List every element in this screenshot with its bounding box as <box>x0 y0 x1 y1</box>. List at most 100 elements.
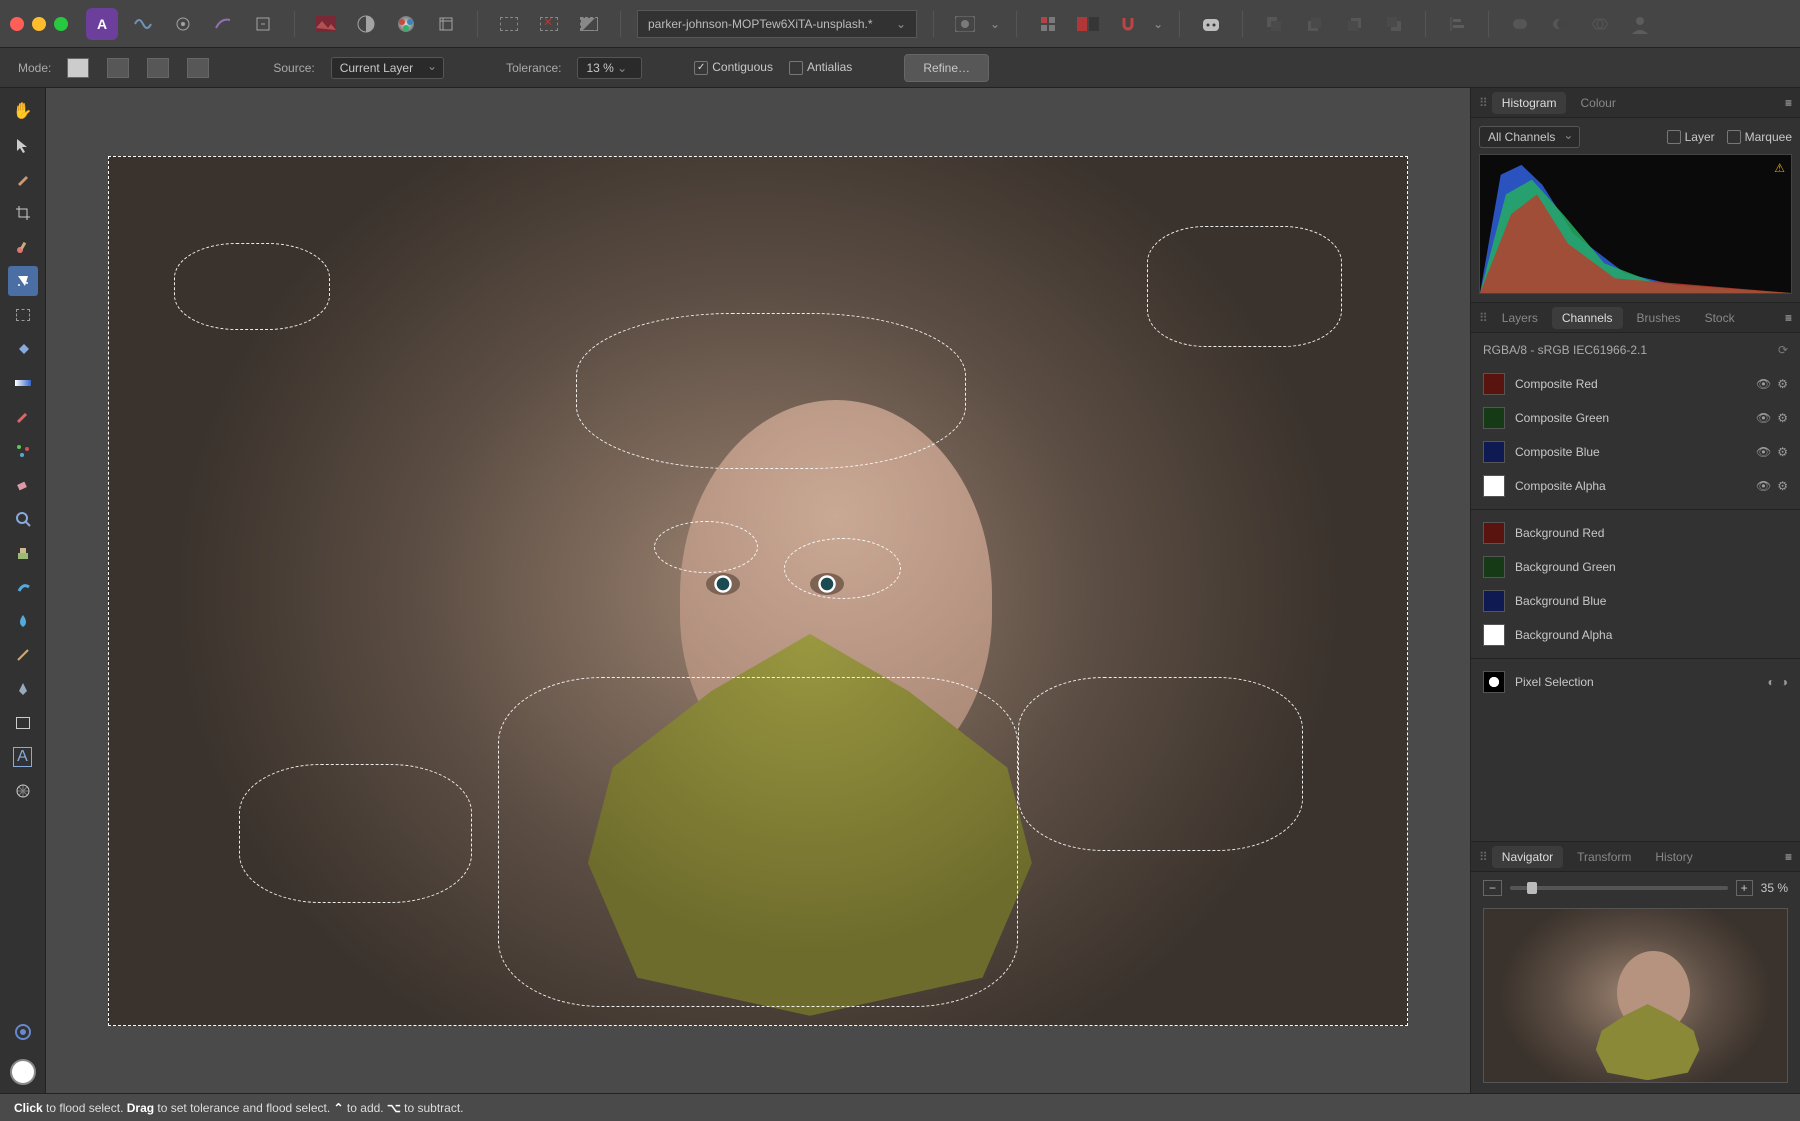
channel-background-blue[interactable]: Background Blue <box>1471 584 1800 618</box>
clone-tool[interactable] <box>8 538 38 568</box>
snapping-icon[interactable] <box>1073 9 1103 39</box>
magnet-icon[interactable] <box>1113 9 1143 39</box>
channel-background-alpha[interactable]: Background Alpha <box>1471 618 1800 652</box>
refine-button[interactable]: Refine… <box>904 54 989 82</box>
settings-icon[interactable]: ⚙ <box>1777 479 1788 493</box>
tolerance-input[interactable]: 13 % ⌄ <box>577 57 642 79</box>
tab-history[interactable]: History <box>1645 846 1702 868</box>
flood-fill-tool[interactable] <box>8 334 38 364</box>
tab-histogram[interactable]: Histogram <box>1492 92 1567 114</box>
quick-mask-icon[interactable] <box>8 1017 38 1047</box>
erase-tool[interactable] <box>8 470 38 500</box>
persona-export-icon[interactable] <box>248 9 278 39</box>
document-image[interactable] <box>108 156 1408 1026</box>
foreground-color-well[interactable] <box>10 1059 36 1085</box>
selection-invert-icon[interactable] <box>574 9 604 39</box>
reset-icon[interactable]: ⟳ <box>1778 343 1788 357</box>
marquee-checkbox[interactable] <box>1727 130 1741 144</box>
shape-tool[interactable] <box>8 708 38 738</box>
hand-tool[interactable]: ✋ <box>8 96 38 126</box>
move-tool[interactable] <box>8 130 38 160</box>
channel-pixel-selection[interactable]: Pixel Selection◐◑ <box>1471 665 1800 699</box>
assistant-icon[interactable] <box>1196 9 1226 39</box>
mask-icon[interactable]: ◐ <box>1768 675 1775 689</box>
canvas-area[interactable] <box>46 88 1470 1093</box>
adjustments-icon[interactable] <box>351 9 381 39</box>
channel-background-red[interactable]: Background Red <box>1471 516 1800 550</box>
chevron-down-icon[interactable]: ⌄ <box>1153 17 1163 31</box>
panel-menu-icon[interactable]: ≡ <box>1785 850 1792 864</box>
channel-composite-green[interactable]: Composite Green👁⚙ <box>1471 401 1800 435</box>
boolean-add-icon[interactable] <box>1505 9 1535 39</box>
selection-none-icon[interactable]: ✕ <box>534 9 564 39</box>
settings-icon[interactable]: ⚙ <box>1777 411 1788 425</box>
arrange-forward-icon[interactable] <box>1339 9 1369 39</box>
dodge-tool[interactable] <box>8 640 38 670</box>
invert-icon[interactable]: ◑ <box>1781 675 1788 689</box>
chevron-down-icon[interactable]: ⌄ <box>990 17 1000 31</box>
smudge-tool[interactable] <box>8 572 38 602</box>
boolean-intersect-icon[interactable] <box>1585 9 1615 39</box>
channel-composite-blue[interactable]: Composite Blue👁⚙ <box>1471 435 1800 469</box>
visibility-icon[interactable]: 👁 <box>1756 377 1771 391</box>
boolean-subtract-icon[interactable] <box>1545 9 1575 39</box>
color-wheel-icon[interactable] <box>391 9 421 39</box>
zoom-tool[interactable] <box>8 504 38 534</box>
panel-grip-icon[interactable]: ⠿ <box>1479 850 1488 864</box>
tab-colour[interactable]: Colour <box>1570 92 1625 114</box>
account-icon[interactable] <box>1625 9 1655 39</box>
record-icon[interactable] <box>950 9 980 39</box>
panel-grip-icon[interactable]: ⠿ <box>1479 96 1488 110</box>
fullscreen-icon[interactable] <box>54 17 68 31</box>
panel-menu-icon[interactable]: ≡ <box>1785 311 1792 325</box>
channel-composite-alpha[interactable]: Composite Alpha👁⚙ <box>1471 469 1800 503</box>
visibility-icon[interactable]: 👁 <box>1756 411 1771 425</box>
visibility-icon[interactable]: 👁 <box>1756 445 1771 459</box>
color-picker-tool[interactable] <box>8 164 38 194</box>
tab-transform[interactable]: Transform <box>1567 846 1641 868</box>
zoom-out-button[interactable]: − <box>1483 880 1502 896</box>
grid-guides-icon[interactable] <box>1033 9 1063 39</box>
antialias-checkbox[interactable] <box>789 61 803 75</box>
mode-intersect-button[interactable] <box>187 58 209 78</box>
arrange-front-icon[interactable] <box>1379 9 1409 39</box>
crop-tool[interactable] <box>8 198 38 228</box>
text-tool[interactable]: A <box>8 742 38 772</box>
marquee-tool[interactable] <box>8 300 38 330</box>
gradient-tool[interactable] <box>8 368 38 398</box>
tab-stock[interactable]: Stock <box>1695 307 1745 329</box>
mode-new-button[interactable] <box>67 58 89 78</box>
tab-navigator[interactable]: Navigator <box>1492 846 1563 868</box>
filename-field[interactable]: parker-johnson-MOPTew6XiTA-unsplash.* ⌄ <box>637 10 917 38</box>
contiguous-checkbox[interactable] <box>694 61 708 75</box>
tab-channels[interactable]: Channels <box>1552 307 1623 329</box>
navigator-preview[interactable] <box>1483 908 1788 1083</box>
align-left-icon[interactable] <box>1442 9 1472 39</box>
settings-icon[interactable]: ⚙ <box>1777 377 1788 391</box>
arrange-back-icon[interactable] <box>1259 9 1289 39</box>
layer-checkbox[interactable] <box>1667 130 1681 144</box>
blur-tool[interactable] <box>8 606 38 636</box>
assets-icon[interactable] <box>431 9 461 39</box>
panel-menu-icon[interactable]: ≡ <box>1785 96 1792 110</box>
stock-icon[interactable] <box>311 9 341 39</box>
selection-all-icon[interactable] <box>494 9 524 39</box>
zoom-value[interactable]: 35 % <box>1761 881 1788 895</box>
pen-tool[interactable] <box>8 674 38 704</box>
source-select[interactable]: Current Layer <box>331 57 444 79</box>
selection-brush-tool[interactable] <box>8 232 38 262</box>
visibility-icon[interactable]: 👁 <box>1756 479 1771 493</box>
channel-composite-red[interactable]: Composite Red👁⚙ <box>1471 367 1800 401</box>
tab-brushes[interactable]: Brushes <box>1627 307 1691 329</box>
persona-liquify-icon[interactable] <box>168 9 198 39</box>
histogram-channel-select[interactable]: All Channels <box>1479 126 1580 148</box>
pixel-tool[interactable] <box>8 436 38 466</box>
zoom-slider[interactable] <box>1510 886 1728 890</box>
persona-photo-icon[interactable] <box>128 9 158 39</box>
mode-subtract-button[interactable] <box>147 58 169 78</box>
zoom-in-button[interactable]: + <box>1736 880 1753 896</box>
panel-grip-icon[interactable]: ⠿ <box>1479 311 1488 325</box>
flood-select-tool[interactable] <box>8 266 38 296</box>
persona-develop-icon[interactable] <box>208 9 238 39</box>
minimize-icon[interactable] <box>32 17 46 31</box>
